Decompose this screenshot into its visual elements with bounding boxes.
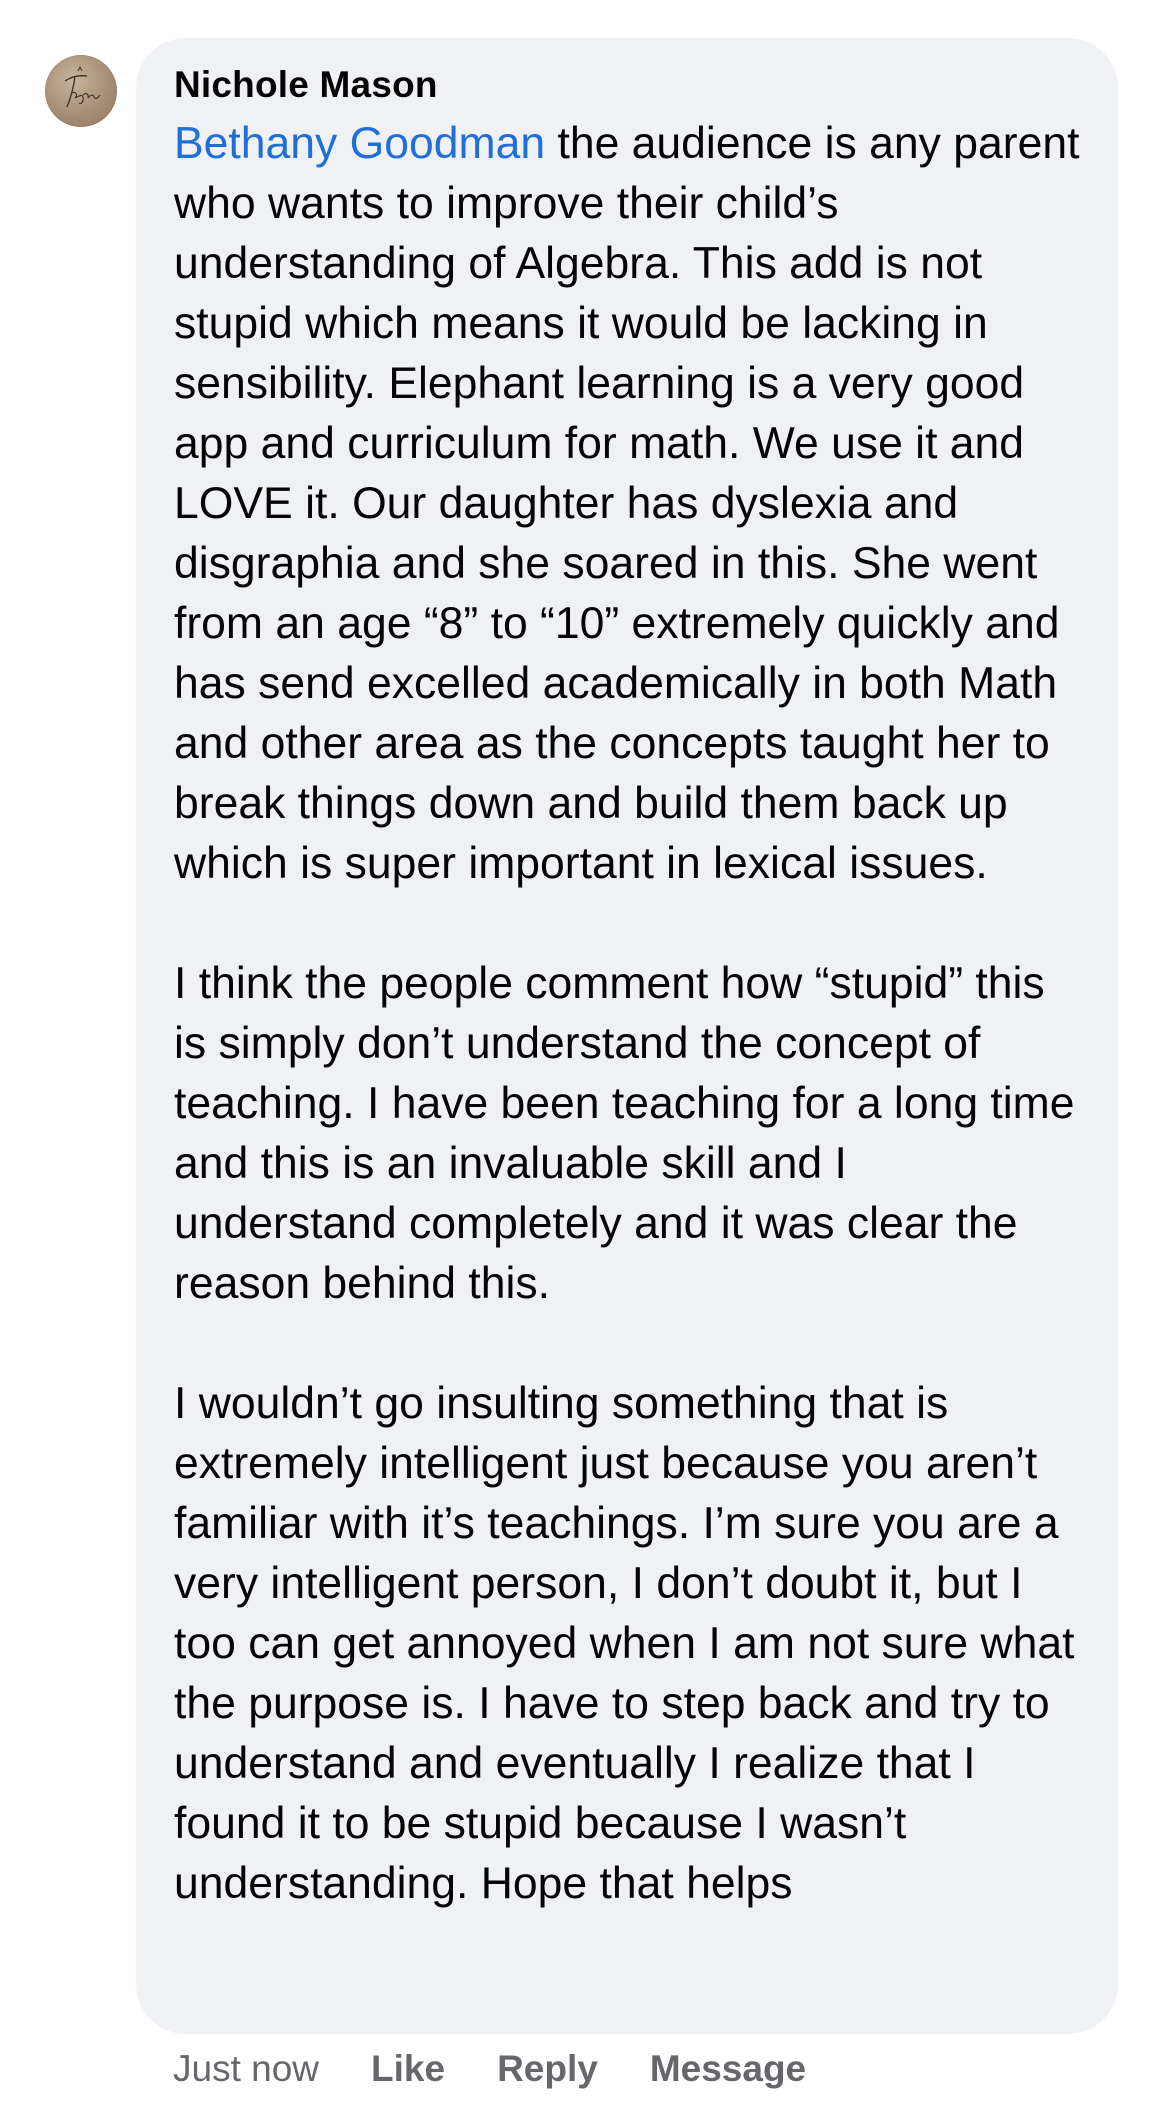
comment-timestamp[interactable]: Just now — [173, 2048, 319, 2090]
comment-paragraph-1: Bethany Goodman the audience is any pare… — [174, 114, 1080, 894]
comment-body: Bethany Goodman the audience is any pare… — [174, 114, 1080, 1914]
comment-actions: Just now Like Reply Message — [173, 2044, 858, 2094]
avatar[interactable] — [45, 55, 117, 127]
avatar-signature-image — [64, 65, 101, 108]
comment-paragraph-1-text: the audience is any parent who wants to … — [174, 119, 1080, 888]
comment-paragraph-2: I think the people comment how “stupid” … — [174, 959, 1075, 1308]
like-button[interactable]: Like — [371, 2048, 445, 2090]
mention-link[interactable]: Bethany Goodman — [174, 119, 545, 168]
reply-button[interactable]: Reply — [497, 2048, 598, 2090]
comment-bubble: Nichole Mason Bethany Goodman the audien… — [136, 38, 1118, 2034]
comment-author[interactable]: Nichole Mason — [174, 60, 1080, 110]
message-button[interactable]: Message — [650, 2048, 806, 2090]
comment-paragraph-3: I wouldn’t go insulting something that i… — [174, 1379, 1075, 1908]
